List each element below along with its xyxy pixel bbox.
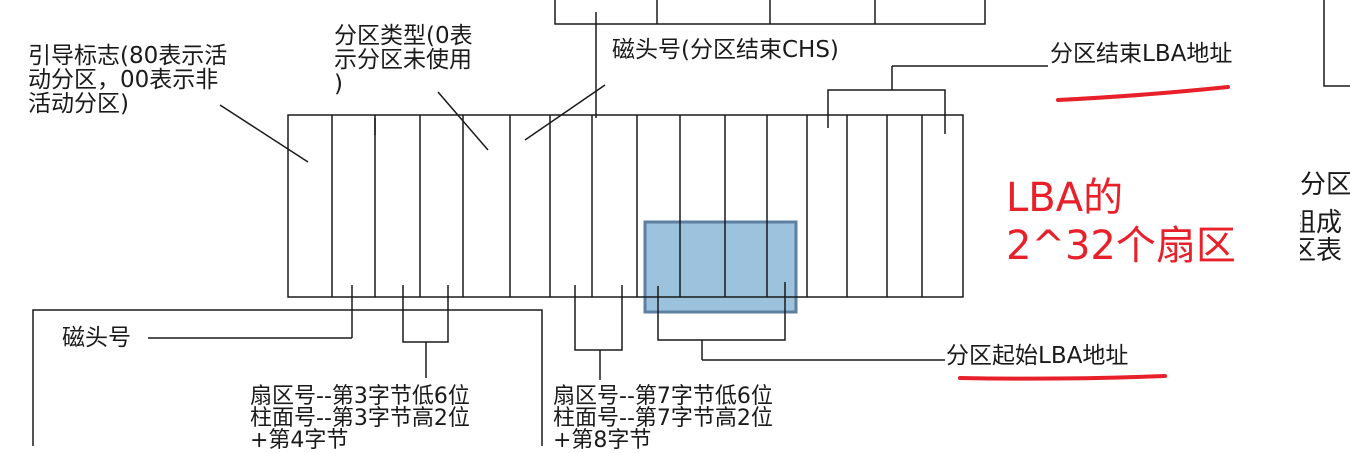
right-clipped-line-3: 区表 <box>1300 236 1343 266</box>
right-clipped-line-1: 分区 <box>1300 170 1350 200</box>
right-partial-box <box>1323 0 1350 87</box>
start-sector-line-1: 扇区号--第3字节低6位 <box>250 384 470 409</box>
right-clipped-text: 分区 组成 区表 <box>1300 168 1350 268</box>
lba-note-line-2: 2^32个扇区 <box>1006 223 1236 269</box>
head-start-label: 磁头号 <box>62 325 131 351</box>
boot-flag-line-1: 引导标志(80表示活 <box>28 43 228 69</box>
end-sector-line-3: +第8字节 <box>553 428 652 453</box>
boot-flag-line-2: 动分区，00表示非 <box>28 67 219 93</box>
boot-flag-line-3: 活动分区) <box>28 91 129 117</box>
start-lba-highlight <box>643 220 798 314</box>
lba-note-line-1: LBA的 <box>1006 175 1124 221</box>
start-sector-desc: 扇区号--第3字节低6位 柱面号--第3字节高2位 +第4字节 <box>250 386 470 452</box>
partition-type-line-1: 分区类型(0表 <box>334 23 473 49</box>
start-sector-line-2: 柱面号--第3字节高2位 <box>250 406 470 431</box>
end-lba-label: 分区结束LBA地址 <box>1050 41 1233 67</box>
byte-row <box>287 114 964 298</box>
end-sector-line-2: 柱面号--第7字节高2位 <box>553 406 773 431</box>
partition-type-line-3: ) <box>334 71 343 97</box>
head-end-label: 磁头号(分区结束CHS) <box>612 37 839 63</box>
lba-note: LBA的 2^32个扇区 <box>1006 174 1236 270</box>
end-sector-line-1: 扇区号--第7字节低6位 <box>553 384 773 409</box>
partition-type-line-2: 示分区未使用 <box>334 47 472 73</box>
end-sector-desc: 扇区号--第7字节低6位 柱面号--第7字节高2位 +第8字节 <box>553 386 773 452</box>
partition-type-label: 分区类型(0表 示分区未使用 ) <box>334 24 473 96</box>
start-sector-line-3: +第4字节 <box>250 428 349 453</box>
start-lba-label: 分区起始LBA地址 <box>946 343 1129 369</box>
top-partial-table <box>554 0 986 25</box>
boot-flag-label: 引导标志(80表示活 动分区，00表示非 活动分区) <box>28 44 227 116</box>
